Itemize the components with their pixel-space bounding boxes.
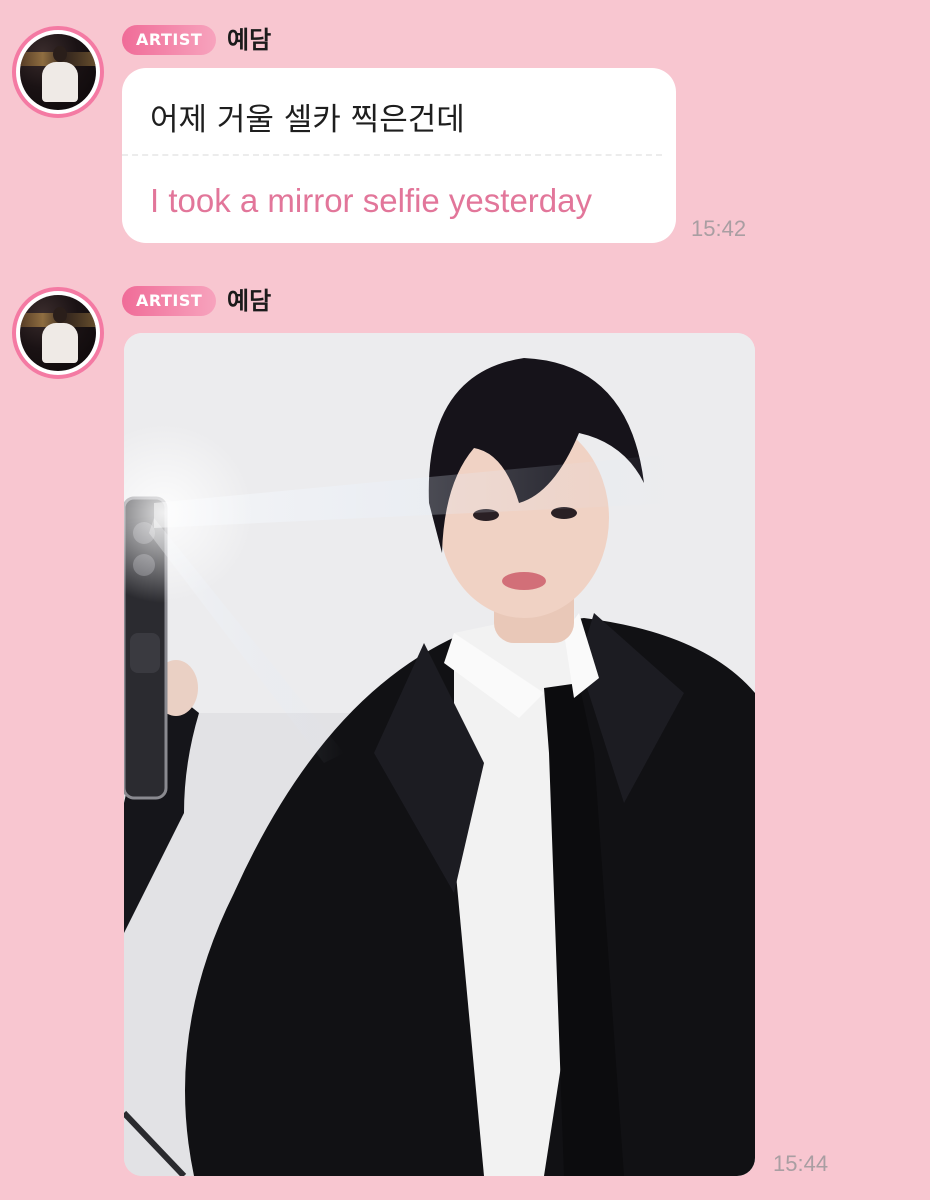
message-timestamp: 15:44 <box>773 1151 829 1176</box>
artist-badge: ARTIST <box>122 286 217 316</box>
avatar-person-head <box>53 46 67 62</box>
message-timestamp: 15:42 <box>691 216 747 241</box>
artist-badge: ARTIST <box>122 25 217 55</box>
translation-divider <box>122 154 662 156</box>
avatar-image <box>20 295 96 371</box>
avatar-person-body <box>42 62 78 102</box>
avatar-person-head <box>53 307 67 323</box>
message-photo[interactable] <box>124 333 755 1176</box>
sender-avatar[interactable] <box>12 26 104 118</box>
sender-name[interactable]: 예담 <box>227 286 271 316</box>
message-bubble[interactable]: 어제 거울 셀카 찍은건데 I took a mirror selfie yes… <box>122 68 676 243</box>
selfie-illustration <box>124 333 755 1176</box>
message-text-translation: I took a mirror selfie yesterday <box>150 182 592 219</box>
sender-name[interactable]: 예담 <box>227 25 271 55</box>
sender-avatar[interactable] <box>12 287 104 379</box>
message-text-original: 어제 거울 셀카 찍은건데 <box>150 102 465 138</box>
avatar-image <box>20 34 96 110</box>
avatar-person-body <box>42 323 78 363</box>
